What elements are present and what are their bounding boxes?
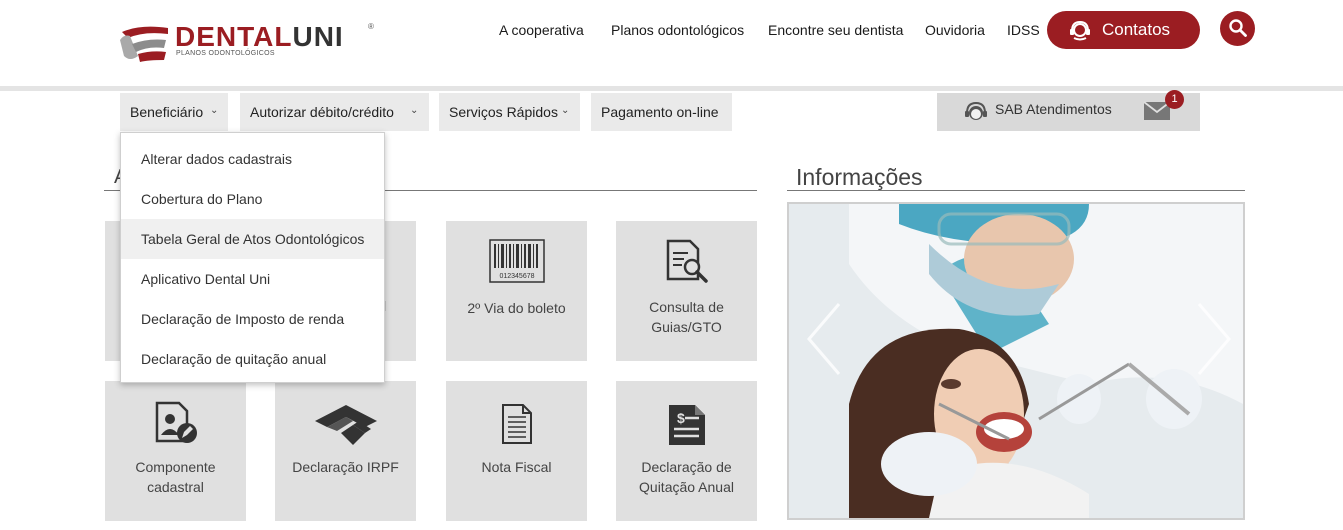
tile-componente-cadastral[interactable]: Componente cadastral	[105, 381, 246, 521]
menu-item-label: Cobertura do Plano	[141, 191, 263, 207]
receita-federal-icon	[275, 403, 416, 447]
tile-guias-label: Consulta de Guias/GTO	[622, 297, 751, 337]
subnav-beneficiario-label: Beneficiário	[130, 104, 204, 120]
subnav-servicos-rapidos[interactable]: Serviços Rápidos ⌄	[439, 93, 580, 131]
menu-item-label: Declaração de Imposto de renda	[141, 311, 345, 327]
search-button[interactable]	[1220, 11, 1255, 46]
menu-item-imposto-renda[interactable]: Declaração de Imposto de renda	[121, 299, 384, 339]
logo-uni: UNI	[292, 21, 344, 52]
chevron-down-icon: ⌄	[210, 105, 219, 116]
barcode-number: 012345678	[499, 273, 534, 280]
headset-icon	[1069, 19, 1091, 41]
document-money-icon: $	[616, 403, 757, 447]
nav-planos-odontologicos[interactable]: Planos odontológicos	[611, 22, 744, 38]
logo-mark-icon	[120, 26, 168, 62]
tile-nota-label: Nota Fiscal	[481, 459, 552, 475]
tile-componente-line1: Componente	[135, 459, 216, 475]
menu-item-cobertura-plano[interactable]: Cobertura do Plano	[121, 179, 384, 219]
menu-item-label: Declaração de quitação anual	[141, 351, 327, 367]
subnav-pagamento-online[interactable]: Pagamento on-line	[591, 93, 732, 131]
section-divider-right	[787, 190, 1245, 191]
menu-item-tabela-geral[interactable]: Tabela Geral de Atos Odontológicos	[121, 219, 384, 259]
logo-dental: DENTAL	[175, 21, 293, 52]
tile-boleto-label: 2º Via do boleto	[467, 300, 566, 316]
subnav-autorizar-debito[interactable]: Autorizar débito/crédito ⌄	[240, 93, 429, 131]
logo-wordmark: DENTALUNI	[175, 22, 344, 52]
svg-text:$: $	[677, 410, 685, 426]
logo-registered: ®	[368, 22, 374, 31]
subnav-servicos-label: Serviços Rápidos	[449, 104, 558, 120]
subnav-beneficiario[interactable]: Beneficiário ⌄	[120, 93, 228, 131]
document-edit-icon	[105, 401, 246, 447]
tile-quitacao-line2: Quitação Anual	[639, 479, 734, 495]
menu-item-aplicativo[interactable]: Aplicativo Dental Uni	[121, 259, 384, 299]
contatos-label: Contatos	[1102, 20, 1171, 39]
tile-segunda-via-boleto[interactable]: 012345678 2º Via do boleto	[446, 221, 587, 361]
nav-ouvidoria[interactable]: Ouvidoria	[925, 22, 985, 38]
nav-encontre-seu-dentista[interactable]: Encontre seu dentista	[768, 22, 903, 38]
tile-quitacao-line1: Declaração de	[641, 459, 732, 475]
tile-consulta-guias[interactable]: Consulta de Guias/GTO	[616, 221, 757, 361]
document-lines-icon	[446, 403, 587, 445]
tile-declaracao-quitacao[interactable]: $ Declaração de Quitação Anual	[616, 381, 757, 521]
mail-count-badge: 1	[1165, 90, 1184, 109]
menu-item-quitacao-anual[interactable]: Declaração de quitação anual	[121, 339, 384, 379]
tile-irpf-label: Declaração IRPF	[292, 459, 399, 475]
tile-guias-line2: Guias/GTO	[651, 319, 722, 335]
menu-item-label: Aplicativo Dental Uni	[141, 271, 271, 287]
tile-componente-line2: cadastral	[147, 479, 204, 495]
search-icon	[1229, 19, 1247, 37]
tile-quitacao-label: Declaração de Quitação Anual	[622, 457, 751, 497]
info-carousel-image[interactable]	[787, 202, 1245, 520]
tile-nota-fiscal[interactable]: Nota Fiscal	[446, 381, 587, 521]
menu-item-alterar-dados[interactable]: Alterar dados cadastrais	[121, 139, 384, 179]
site-header: DENTALUNI ® PLANOS ODONTOLÓGICOS A coope…	[0, 0, 1343, 86]
headset-icon	[964, 100, 988, 129]
dentaluni-logo[interactable]: DENTALUNI ® PLANOS ODONTOLÓGICOS	[118, 22, 378, 64]
tile-componente-label: Componente cadastral	[111, 457, 240, 497]
subnav-pagamento-label: Pagamento on-line	[601, 104, 719, 120]
nav-idss[interactable]: IDSS	[1007, 22, 1040, 38]
sab-label: SAB Atendimentos	[995, 101, 1112, 117]
header-divider	[0, 86, 1343, 91]
contatos-button[interactable]: Contatos	[1047, 11, 1200, 49]
informacoes-title: Informações	[796, 164, 923, 190]
menu-item-label: Tabela Geral de Atos Odontológicos	[141, 231, 365, 247]
sab-atendimentos[interactable]: SAB Atendimentos 1	[937, 90, 1200, 131]
dentist-photo	[789, 204, 1243, 518]
tile-guias-line1: Consulta de	[649, 299, 724, 315]
tile-declaracao-irpf[interactable]: Declaração IRPF	[275, 381, 416, 521]
document-search-icon	[616, 239, 757, 285]
chevron-down-icon: ⌄	[561, 105, 570, 116]
logo-subtitle: PLANOS ODONTOLÓGICOS	[176, 50, 275, 57]
beneficiario-dropdown: Alterar dados cadastrais Cobertura do Pl…	[120, 132, 385, 383]
menu-item-label: Alterar dados cadastrais	[141, 151, 292, 167]
nav-a-cooperativa[interactable]: A cooperativa	[499, 22, 584, 38]
barcode-icon: 012345678	[446, 239, 587, 283]
chevron-down-icon: ⌄	[410, 105, 419, 116]
subnav-autorizar-label: Autorizar débito/crédito	[250, 104, 394, 120]
